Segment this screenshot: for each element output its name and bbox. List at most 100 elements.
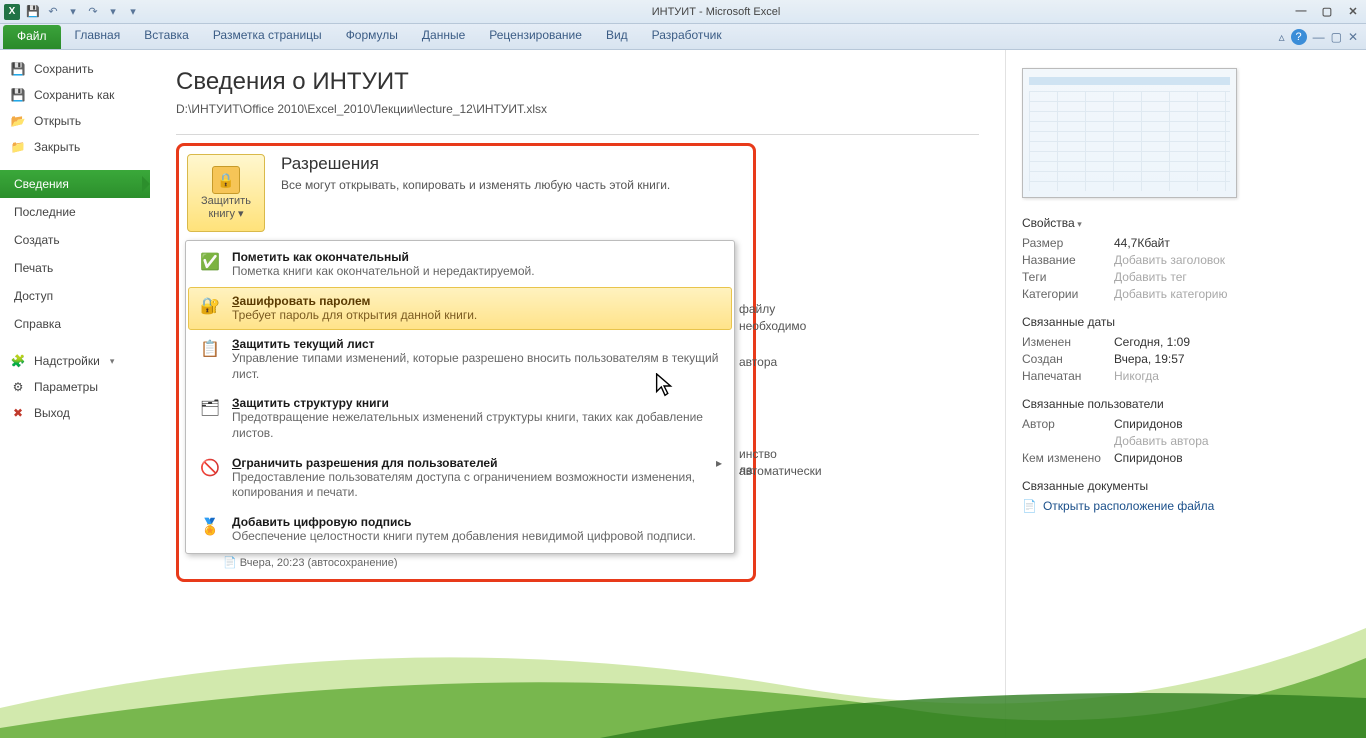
tab-insert[interactable]: Вставка (132, 24, 201, 49)
prop-title-key: Название (1022, 253, 1114, 267)
backstage-main: Сведения о ИНТУИТ D:\ИНТУИТ\Office 2010\… (150, 50, 1006, 738)
window-close-icon[interactable]: ✕ (1348, 30, 1358, 44)
nav-options[interactable]: ⚙ Параметры (0, 374, 150, 400)
close-folder-icon: 📁 (10, 139, 26, 155)
ribbon-tabs: Файл Главная Вставка Разметка страницы Ф… (0, 24, 1366, 50)
tab-view[interactable]: Вид (594, 24, 640, 49)
tab-data[interactable]: Данные (410, 24, 477, 49)
help-icon[interactable]: ? (1291, 29, 1307, 45)
folder-icon: 📄 (1022, 499, 1037, 513)
prop-tags-key: Теги (1022, 270, 1114, 284)
minimize-button[interactable]: — (1292, 5, 1310, 18)
options-icon: ⚙ (10, 379, 26, 395)
open-folder-icon: 📂 (10, 113, 26, 129)
menu-digital-signature[interactable]: 🏅 Добавить цифровую подписьДобавить цифр… (188, 508, 732, 552)
qat-customize-icon[interactable]: ▾ (126, 5, 140, 18)
nav-help-label: Справка (14, 317, 61, 331)
exit-icon: ✖ (10, 405, 26, 421)
menu-signature-desc: Обеспечение целостности книги путем доба… (232, 529, 696, 545)
nav-save-as[interactable]: 💾 Сохранить как (0, 82, 150, 108)
prop-crt-val: Вчера, 19:57 (1114, 352, 1185, 366)
chevron-right-icon: ▸ (716, 456, 722, 470)
nav-save-as-label: Сохранить как (34, 88, 114, 102)
tab-page-layout[interactable]: Разметка страницы (201, 24, 334, 49)
maximize-button[interactable]: ▢ (1318, 5, 1336, 18)
prop-prn-key: Напечатан (1022, 369, 1114, 383)
nav-open-label: Открыть (34, 114, 81, 128)
menu-protect-structure-title: Защитить структуру книгиЗащитить структу… (232, 396, 722, 410)
nav-save[interactable]: 💾Сохранить (0, 56, 150, 82)
section-docs: Связанные документы (1022, 479, 1346, 493)
protect-workbook-menu: ✅ Пометить как окончательныйПометка книг… (185, 240, 735, 554)
tab-file[interactable]: Файл (3, 25, 61, 49)
window-restore-icon[interactable]: ▢ (1331, 30, 1342, 44)
signature-icon: 🏅 (198, 515, 222, 539)
prop-mod-val: Сегодня, 1:09 (1114, 335, 1190, 349)
prop-tags-val[interactable]: Добавить тег (1114, 270, 1187, 284)
sheet-lock-icon: 📋 (198, 337, 222, 361)
ribbon-help-area: ▵ ? — ▢ ✕ (1279, 24, 1366, 49)
prop-cat-val[interactable]: Добавить категорию (1114, 287, 1228, 301)
menu-mark-final[interactable]: ✅ Пометить как окончательныйПометка книг… (188, 243, 732, 287)
menu-encrypt-title: ЗЗашифровать паролемашифровать паролем (232, 294, 477, 308)
ribbon-minimize-icon[interactable]: ▵ (1279, 30, 1285, 44)
backstage-view: 💾Сохранить 💾 Сохранить как 📂 Открыть 📁Закр… (0, 50, 1366, 738)
tab-review[interactable]: Рецензирование (477, 24, 594, 49)
menu-encrypt-password[interactable]: 🔐 ЗЗашифровать паролемашифровать паролем… (188, 287, 732, 331)
permissions-desc: Все могут открывать, копировать и изменя… (281, 178, 670, 192)
tab-developer[interactable]: Разработчик (640, 24, 734, 49)
undo-icon[interactable]: ↶ (46, 5, 60, 18)
nav-info[interactable]: Сведения (0, 170, 150, 198)
close-button[interactable]: ✕ (1344, 5, 1362, 18)
nav-share[interactable]: Доступ (0, 282, 150, 310)
permissions-title: Разрешения (281, 154, 670, 174)
window-minimize-icon[interactable]: — (1313, 30, 1325, 44)
section-dates: Связанные даты (1022, 315, 1346, 329)
autosave-line: 📄 Вчера, 20:23 (автосохранение) (223, 556, 745, 569)
section-properties[interactable]: Свойства (1022, 216, 1346, 230)
nav-help[interactable]: Справка (0, 310, 150, 338)
save-icon[interactable]: 💾 (26, 5, 40, 18)
protect-workbook-button[interactable]: Защитить книгу ▾ (187, 154, 265, 232)
menu-protect-sheet[interactable]: 📋 Защитить текущий листЗащитить текущий … (188, 330, 732, 389)
nav-print[interactable]: Печать (0, 254, 150, 282)
save-as-icon: 💾 (10, 87, 26, 103)
prop-auth-val: Спиридонов (1114, 417, 1183, 431)
document-thumbnail (1022, 68, 1237, 198)
backstage-left-nav: 💾Сохранить 💾 Сохранить как 📂 Открыть 📁Закр… (0, 50, 150, 738)
redo-icon[interactable]: ↷ (86, 5, 100, 18)
excel-logo-icon: X (4, 4, 20, 20)
menu-protect-sheet-title: Защитить текущий листЗащитить текущий ли… (232, 337, 722, 351)
nav-options-label: Параметры (34, 380, 98, 394)
prop-add-author[interactable]: Добавить автора (1114, 434, 1209, 448)
nav-addins-label: Надстройки (34, 354, 100, 368)
prop-auth-key: Автор (1022, 417, 1114, 431)
prop-size-key: Размер (1022, 236, 1114, 250)
properties-panel: Свойства Размер44,7Кбайт НазваниеДобавит… (1006, 50, 1366, 738)
prop-cat-key: Категории (1022, 287, 1114, 301)
nav-info-label: Сведения (14, 177, 69, 191)
nav-share-label: Доступ (14, 289, 53, 303)
nav-recent-label: Последние (14, 205, 76, 219)
menu-protect-structure-desc: Предотвращение нежелательных изменений с… (232, 410, 722, 441)
menu-restrict-title: Ограничить разрешения для пользователейО… (232, 456, 706, 470)
menu-protect-structure[interactable]: 🗂 Защитить структуру книгиЗащитить струк… (188, 389, 732, 448)
nav-open[interactable]: 📂 Открыть (0, 108, 150, 134)
permissions-block: Защитить книгу ▾ Разрешения Все могут от… (176, 143, 756, 582)
window-controls: — ▢ ✕ (1292, 5, 1362, 18)
prop-title-val[interactable]: Добавить заголовок (1114, 253, 1225, 267)
tab-formulas[interactable]: Формулы (334, 24, 410, 49)
nav-new[interactable]: Создать (0, 226, 150, 254)
tab-home[interactable]: Главная (63, 24, 133, 49)
nav-exit[interactable]: ✖Выход (0, 400, 150, 426)
nav-recent[interactable]: Последние (0, 198, 150, 226)
nav-addins[interactable]: 🧩Надстройки▾ (0, 348, 150, 374)
undo-drop-icon[interactable]: ▾ (66, 5, 80, 18)
redo-drop-icon[interactable]: ▾ (106, 5, 120, 18)
hidden-text-4: ла. (739, 462, 756, 479)
menu-encrypt-desc: Требует пароль для открытия данной книги… (232, 308, 477, 324)
menu-restrict-desc: Предоставление пользователям доступа с о… (232, 470, 706, 501)
menu-restrict-permissions[interactable]: 🚫 Ограничить разрешения для пользователе… (188, 449, 732, 508)
open-file-location-link[interactable]: 📄Открыть расположение файла (1022, 499, 1346, 513)
nav-close[interactable]: 📁Закрыть (0, 134, 150, 160)
